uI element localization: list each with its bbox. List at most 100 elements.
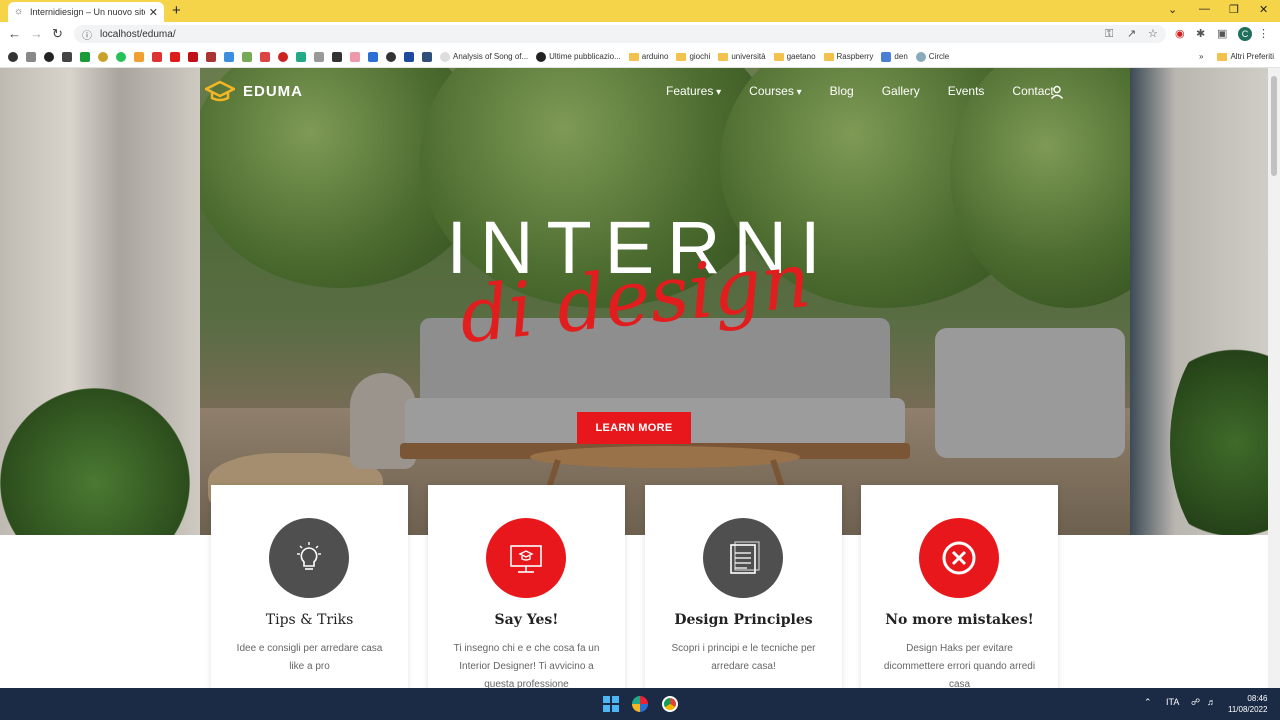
extensions-puzzle-icon[interactable]: ✱ <box>1196 27 1205 41</box>
netflix-icon[interactable] <box>188 51 198 62</box>
youtube-icon[interactable] <box>170 51 180 62</box>
bookmark-star-icon[interactable]: ☆ <box>1148 27 1158 41</box>
url-text: localhost/eduma/ <box>100 28 176 40</box>
nav-item-courses[interactable]: Courses <box>749 84 802 98</box>
bookmark-icon[interactable] <box>44 51 54 62</box>
drive-icon[interactable] <box>296 51 306 62</box>
address-bar[interactable]: ⓘ localhost/eduma/ <box>74 25 1166 43</box>
bookmark-icon[interactable] <box>62 51 72 62</box>
bookmark-icon[interactable] <box>278 51 288 62</box>
chevron-right-icon[interactable]: » <box>1199 52 1203 61</box>
share-icon[interactable]: ↗ <box>1127 27 1136 41</box>
bookmark-icon[interactable] <box>80 51 90 62</box>
amazon-icon[interactable] <box>332 51 342 62</box>
feature-card[interactable]: Tips & Triks Idee e consigli per arredar… <box>211 485 408 690</box>
page-scrollbar[interactable] <box>1268 68 1280 688</box>
tab-search-icon[interactable]: ⌄ <box>1168 3 1177 16</box>
other-bookmarks[interactable]: » Altri Preferiti <box>1199 52 1274 61</box>
close-tab-icon[interactable]: ✕ <box>149 6 158 19</box>
site-favicon-icon: ☼ <box>14 6 24 17</box>
bookmark-icon[interactable] <box>242 51 252 62</box>
circle-icon <box>915 51 926 62</box>
bookmark-circle[interactable]: Circle <box>915 51 949 62</box>
browser-tab[interactable]: ☼ Internidiesign – Un nuovo sito ✕ <box>8 2 164 22</box>
feature-card[interactable]: Design Principles Scopri i principi e le… <box>645 485 842 690</box>
bookmark-folder-arduino[interactable]: arduino <box>628 52 668 61</box>
feature-icon-circle <box>269 518 349 598</box>
site-info-icon[interactable]: ⓘ <box>82 27 92 42</box>
app-icon[interactable] <box>632 696 648 712</box>
maximize-button[interactable]: ❐ <box>1229 3 1239 16</box>
gmail-icon[interactable] <box>260 51 270 62</box>
bookmark-icon[interactable] <box>224 51 234 62</box>
bookmark-song-analysis[interactable]: Analysis of Song of... <box>440 51 528 62</box>
language-indicator[interactable]: ITA <box>1166 697 1179 707</box>
main-nav: Features Courses Blog Gallery Events Con… <box>666 84 1054 98</box>
bookmark-icon[interactable] <box>134 51 144 62</box>
forward-icon[interactable]: → <box>30 26 43 42</box>
bookmark-folder-universita[interactable]: università <box>718 52 766 61</box>
card-title: Tips & Triks <box>265 612 354 628</box>
bookmark-icon[interactable] <box>314 51 324 62</box>
maps-pin-icon[interactable] <box>8 51 18 62</box>
feature-card[interactable]: No more mistakes! Design Haks per evitar… <box>861 485 1058 690</box>
bookmark-icon[interactable] <box>152 51 162 62</box>
bookmark-icon[interactable] <box>386 51 396 62</box>
profile-avatar[interactable]: C <box>1238 27 1252 41</box>
feature-card[interactable]: Say Yes! Ti insegno chi e e che cosa fa … <box>428 485 625 690</box>
bookmark-icon[interactable] <box>350 51 360 62</box>
bookmark-folder-gaetano[interactable]: gaetano <box>773 52 816 61</box>
bookmark-icon[interactable] <box>368 51 378 62</box>
new-tab-button[interactable]: + <box>172 3 181 19</box>
document-icon <box>881 51 892 62</box>
bookmark-icon[interactable] <box>26 51 36 62</box>
bookmark-den[interactable]: den <box>881 51 908 62</box>
minimize-button[interactable]: — <box>1199 3 1210 15</box>
reload-icon[interactable]: ↻ <box>52 26 63 42</box>
extension-icon[interactable]: ◉ <box>1175 27 1185 41</box>
close-window-button[interactable]: ✕ <box>1259 3 1268 16</box>
card-description: Idee e consigli per arredare casa like a… <box>236 643 383 672</box>
hero-section: EDUMA Features Courses Blog Gallery Even… <box>0 68 1280 535</box>
learn-more-button[interactable]: LEARN MORE <box>577 412 691 444</box>
nav-item-events[interactable]: Events <box>948 84 985 98</box>
folder-icon <box>676 52 687 61</box>
back-icon[interactable]: ← <box>8 26 21 42</box>
user-icon[interactable] <box>1050 85 1064 99</box>
bookmark-icon[interactable] <box>98 51 108 62</box>
bookmark-ultime-pubblicazioni[interactable]: Ultime pubblicazio... <box>536 51 621 62</box>
whatsapp-icon[interactable] <box>116 51 126 62</box>
bookmark-icon[interactable] <box>206 51 216 62</box>
bookmark-icon[interactable] <box>422 51 432 62</box>
nav-item-contact[interactable]: Contact <box>1012 84 1053 98</box>
key-icon[interactable]: ⚿ <box>1105 27 1113 41</box>
site-logo[interactable]: EDUMA <box>205 80 303 102</box>
globe-icon <box>440 51 450 62</box>
nav-item-features[interactable]: Features <box>666 84 721 98</box>
side-panel-icon[interactable]: ▣ <box>1217 27 1227 41</box>
paypal-icon[interactable] <box>404 51 414 62</box>
bookmark-folder-giochi[interactable]: giochi <box>676 52 710 61</box>
nav-item-gallery[interactable]: Gallery <box>882 84 920 98</box>
card-description: Design Haks per evitare dicommettere err… <box>883 643 1036 690</box>
browser-tab-bar: ☼ Internidiesign – Un nuovo sito ✕ + ⌄ —… <box>0 0 1280 22</box>
graduation-cap-icon <box>205 80 235 102</box>
network-icon[interactable]: ☍ <box>1191 697 1200 708</box>
folder-icon <box>718 52 729 61</box>
menu-icon[interactable]: ⋮ <box>1258 27 1269 41</box>
system-clock[interactable]: 08:46 11/08/2022 <box>1228 693 1267 715</box>
tray-chevron-icon[interactable]: ⌃ <box>1144 697 1152 708</box>
hero-armchair <box>935 328 1125 458</box>
chrome-icon[interactable] <box>662 696 678 712</box>
nav-item-blog[interactable]: Blog <box>830 84 854 98</box>
bookmark-folder-raspberry[interactable]: Raspberry <box>823 52 873 61</box>
folder-icon <box>1217 52 1228 61</box>
windows-taskbar: ⌃ ITA ☍ ♬ 08:46 11/08/2022 <box>0 688 1280 720</box>
card-title: No more mistakes! <box>885 612 1034 628</box>
scrollbar-thumb[interactable] <box>1271 76 1277 176</box>
volume-icon[interactable]: ♬ <box>1207 697 1216 707</box>
feature-icon-circle <box>919 518 999 598</box>
folder-icon <box>773 52 784 61</box>
cancel-icon <box>942 541 976 575</box>
windows-start-icon[interactable] <box>603 696 619 712</box>
